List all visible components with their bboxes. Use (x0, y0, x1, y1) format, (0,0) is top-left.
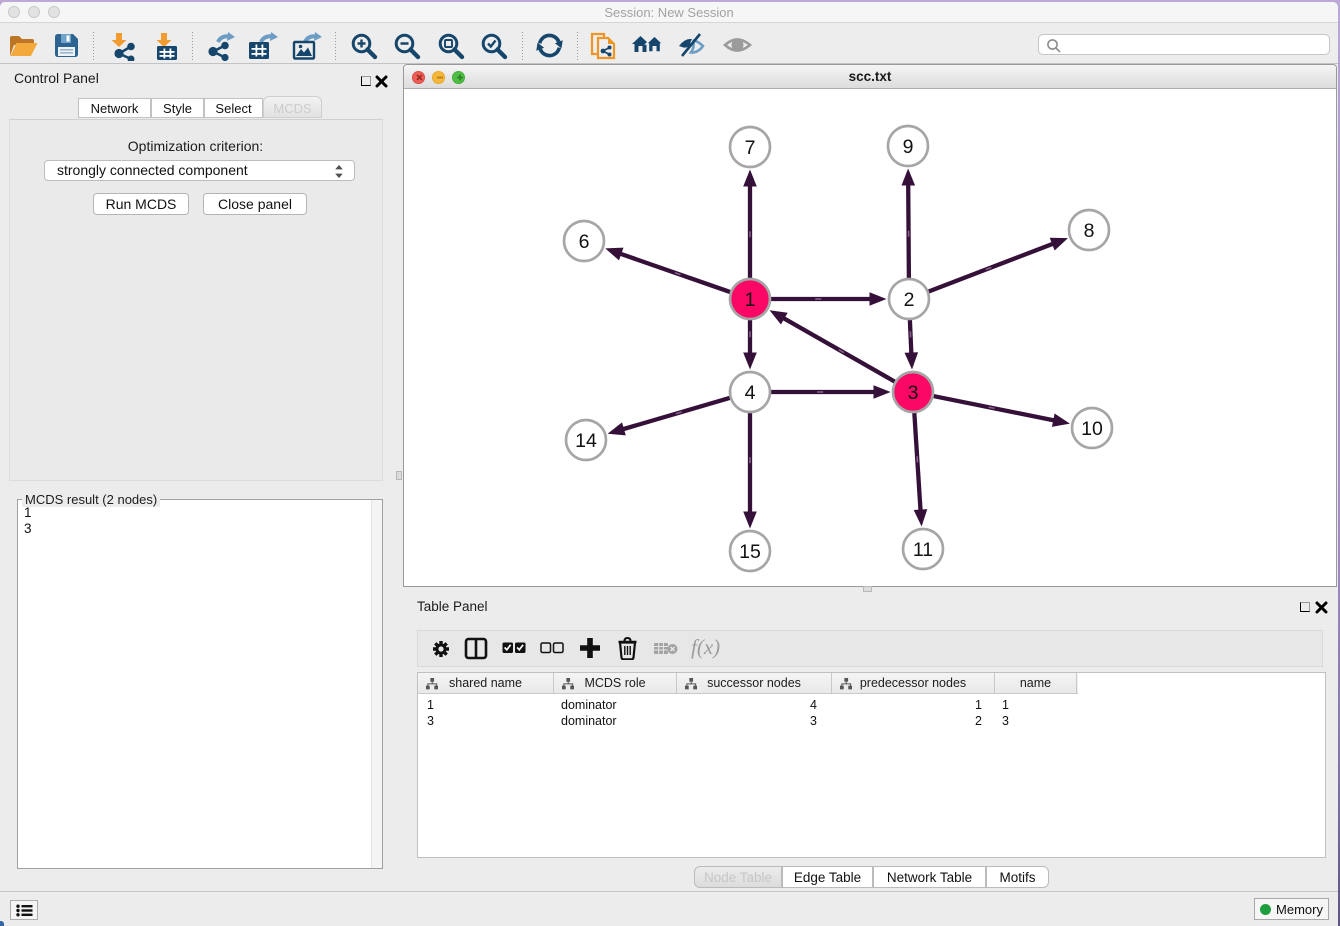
svg-text:15: 15 (739, 541, 761, 563)
svg-text:1: 1 (745, 289, 756, 311)
svg-text:8: 8 (1084, 220, 1095, 242)
svg-text:9: 9 (903, 136, 914, 158)
svg-text:3: 3 (908, 382, 919, 404)
svg-text:6: 6 (579, 231, 590, 253)
svg-text:7: 7 (745, 137, 756, 159)
svg-text:4: 4 (745, 382, 756, 404)
svg-text:11: 11 (913, 539, 933, 561)
svg-text:2: 2 (904, 289, 915, 311)
svg-text:10: 10 (1081, 418, 1103, 440)
svg-text:14: 14 (575, 430, 597, 452)
